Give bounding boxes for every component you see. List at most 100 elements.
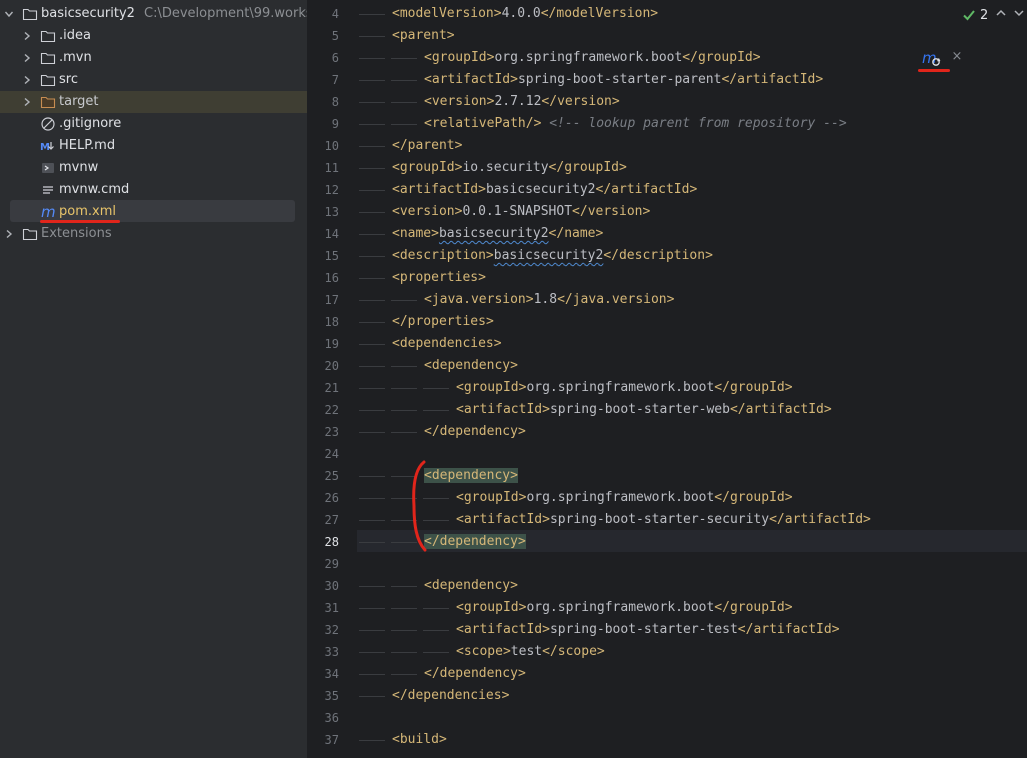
- code-tag-name: java.version: [572, 292, 667, 307]
- editor-panel[interactable]: 4 5 6 7 8 9 10 11 12 13 14 15 16 17 18 19 20 21 22 23 24 25 26…: [307, 0, 1027, 758]
- tree-item-label: src: [59, 72, 78, 87]
- code-token: </: [737, 622, 754, 637]
- code-line[interactable]: <artifactId>spring-boot-starter-parent</…: [424, 69, 823, 91]
- code-token: >: [542, 622, 550, 637]
- tree-item-gitignore[interactable]: .gitignore: [0, 113, 307, 135]
- tree-item-idea[interactable]: .idea: [0, 25, 307, 47]
- tree-item-extensions[interactable]: Extensions: [0, 223, 307, 245]
- code-token: >: [595, 226, 604, 241]
- code-token: basicsecurity2: [438, 226, 549, 241]
- tree-item-help-md[interactable]: M HELP.md: [0, 135, 307, 157]
- code-tag-name: artifactId: [737, 72, 816, 87]
- code-line[interactable]: <java.version>1.8</java.version>: [424, 289, 674, 311]
- chevron-down-icon[interactable]: [4, 3, 14, 25]
- code-token: org.springframework.boot: [526, 600, 715, 615]
- code-line[interactable]: <artifactId>spring-boot-starter-security…: [456, 509, 871, 531]
- code-tag-name: groupId: [463, 490, 519, 505]
- indent-guide: [359, 586, 385, 587]
- code-line[interactable]: <dependency>: [424, 355, 518, 377]
- code-tag-name: artifactId: [784, 512, 864, 527]
- code-token: <: [456, 622, 464, 637]
- chevron-right-icon[interactable]: [22, 25, 32, 47]
- indent-guide: [391, 608, 417, 609]
- tree-item-label: .idea: [59, 28, 91, 43]
- code-line[interactable]: <groupId>org.springframework.boot</group…: [456, 487, 793, 509]
- indent-guide: [359, 190, 385, 191]
- code-tag-name: modelVersion: [399, 6, 494, 21]
- tree-item-mvnw-cmd[interactable]: mvnw.cmd: [0, 179, 307, 201]
- inspection-widget[interactable]: 2: [962, 4, 988, 26]
- code-line[interactable]: <artifactId>spring-boot-starter-test</ar…: [456, 619, 840, 641]
- code-token: >: [485, 314, 494, 329]
- indent-guide: [391, 652, 417, 653]
- code-token: </: [572, 204, 588, 219]
- indent-guide: [359, 168, 385, 169]
- tree-item-mvnw[interactable]: mvnw: [0, 157, 307, 179]
- tree-item-src[interactable]: src: [0, 69, 307, 91]
- code-line[interactable]: <groupId>io.security</groupId>: [392, 157, 627, 179]
- code-token: >: [517, 424, 526, 439]
- chevron-right-icon[interactable]: [22, 91, 32, 113]
- code-line[interactable]: <dependency>: [424, 465, 518, 487]
- folder-excluded-icon: [40, 91, 56, 113]
- code-token: >: [510, 72, 518, 87]
- code-line[interactable]: <modelVersion>4.0.0</modelVersion>: [392, 3, 658, 25]
- code-line[interactable]: <dependencies>: [392, 333, 502, 355]
- code-token: <: [456, 600, 464, 615]
- code-token: </: [603, 248, 619, 263]
- code-tag-name: version: [587, 204, 643, 219]
- chevron-right-icon[interactable]: [4, 223, 14, 245]
- close-icon[interactable]: ×: [950, 50, 964, 64]
- maven-reload-button[interactable]: m: [920, 48, 944, 70]
- code-line[interactable]: <parent>: [392, 25, 455, 47]
- indent-guide: [359, 740, 385, 741]
- code-line[interactable]: <artifactId>basicsecurity2</artifactId>: [392, 179, 697, 201]
- code-line[interactable]: <relativePath/> <!-- lookup parent from …: [424, 113, 847, 135]
- code-line[interactable]: </dependency>: [424, 663, 526, 685]
- indent-guide: [391, 630, 417, 631]
- annotation-underline-pom: [40, 220, 120, 223]
- code-token: </: [548, 160, 565, 175]
- code-line[interactable]: </dependencies>: [392, 685, 509, 707]
- code-line[interactable]: <scope>test</scope>: [456, 641, 605, 663]
- code-line[interactable]: <version>0.0.1-SNAPSHOT</version>: [392, 201, 650, 223]
- code-token: <: [392, 270, 400, 285]
- code-line[interactable]: <groupId>org.springframework.boot</group…: [456, 597, 793, 619]
- code-token: </: [540, 6, 557, 21]
- indent-guide: [423, 388, 449, 389]
- code-line[interactable]: <dependency>: [424, 575, 518, 597]
- tree-item-mvn[interactable]: .mvn: [0, 47, 307, 69]
- code-line[interactable]: <description>basicsecurity2</description…: [392, 245, 713, 267]
- code-area[interactable]: <modelVersion>4.0.0</modelVersion> <paren…: [307, 0, 1027, 758]
- chevron-down-icon[interactable]: [1012, 6, 1026, 20]
- code-token: >: [517, 534, 526, 549]
- code-line[interactable]: <version>2.7.12</version>: [424, 91, 620, 113]
- code-token: </: [557, 292, 573, 307]
- tree-item-target[interactable]: target: [0, 91, 307, 113]
- code-token: <: [392, 182, 400, 197]
- chevron-right-icon[interactable]: [22, 69, 32, 91]
- code-tag-name: version: [431, 94, 487, 109]
- code-line[interactable]: </dependency>: [424, 531, 526, 553]
- code-line[interactable]: </dependency>: [424, 421, 526, 443]
- chevron-right-icon[interactable]: [22, 47, 32, 69]
- code-line[interactable]: <properties>: [392, 267, 486, 289]
- code-line[interactable]: <artifactId>spring-boot-starter-web</art…: [456, 399, 832, 421]
- check-icon: [963, 10, 975, 21]
- indent-guide: [423, 608, 449, 609]
- code-token: >: [493, 6, 502, 21]
- code-line[interactable]: </parent>: [392, 135, 462, 157]
- code-line[interactable]: <name>basicsecurity2</name>: [392, 223, 603, 245]
- code-token: </: [424, 424, 440, 439]
- chevron-up-icon[interactable]: [994, 6, 1008, 20]
- code-tag-name: groupId: [399, 160, 455, 175]
- code-line[interactable]: <groupId>org.springframework.boot</group…: [424, 47, 761, 69]
- code-tag-name: modelVersion: [556, 6, 651, 21]
- code-line[interactable]: <build>: [392, 729, 447, 751]
- code-token: >: [784, 600, 793, 615]
- code-token: >: [501, 688, 510, 703]
- code-line[interactable]: <groupId>org.springframework.boot</group…: [456, 377, 793, 399]
- indent-guide: [423, 630, 449, 631]
- tree-item-basicsecurity2[interactable]: basicsecurity2 C:\Development\99.worksp: [0, 3, 307, 25]
- code-line[interactable]: </properties>: [392, 311, 494, 333]
